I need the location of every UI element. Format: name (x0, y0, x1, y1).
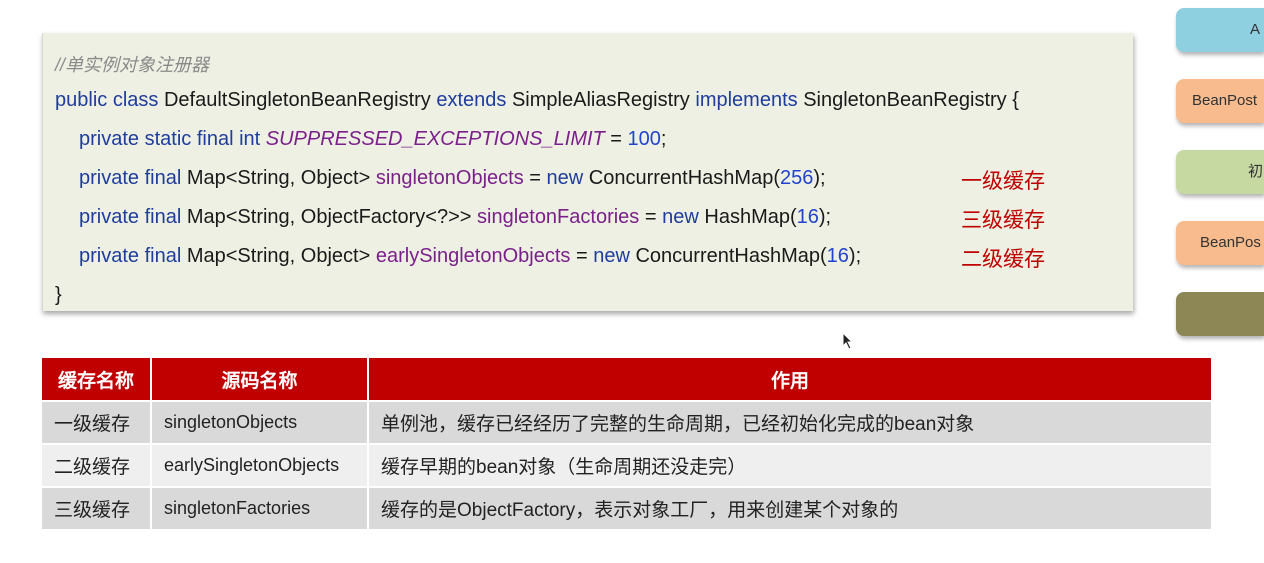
number: 100 (627, 128, 661, 150)
header-purpose: 作用 (368, 358, 1213, 401)
interface-name: SingletonBeanRegistry (803, 89, 1007, 111)
field-name: singletonObjects (375, 167, 524, 189)
cache-table: 缓存名称 源码名称 作用 一级缓存 singletonObjects 单例池，缓存已… (42, 358, 1213, 529)
keyword: new (593, 245, 630, 267)
field-name: earlySingletonObjects (375, 245, 571, 267)
code-line: private final Map<String, ObjectFactory<… (79, 206, 831, 229)
cell-source-name: earlySingletonObjects (151, 443, 369, 487)
constructor: ConcurrentHashMap( (635, 245, 827, 267)
code-snippet: //单实例对象注册器 public class DefaultSingleton… (42, 33, 1133, 311)
code-line: private static final int SUPPRESSED_EXCE… (79, 128, 666, 151)
cell-cache-name: 二级缓存 (42, 443, 152, 487)
operator: = (523, 167, 547, 189)
cell-purpose: 缓存早期的bean对象（生命周期还没走完） (368, 443, 1213, 487)
punct: ); (848, 245, 862, 267)
code-comment: //单实例对象注册器 (55, 55, 210, 75)
cell-source-name: singletonFactories (151, 486, 369, 529)
cache-note-level1: 一级缓存 (961, 170, 1045, 193)
parent-class: SimpleAliasRegistry (511, 89, 690, 111)
cache-note-level3: 三级缓存 (961, 209, 1045, 232)
flow-box-1: A (1176, 8, 1264, 52)
type: Map<String, Object> (186, 245, 371, 267)
number: 16 (826, 245, 849, 267)
header-source-name: 源码名称 (151, 358, 369, 401)
number: 256 (779, 167, 814, 189)
type: Map<String, ObjectFactory<?>> (186, 206, 472, 228)
brace: { (1012, 89, 1019, 111)
header-cache-name: 缓存名称 (42, 358, 152, 401)
cell-purpose: 缓存的是ObjectFactory，表示对象工厂，用来创建某个对象的 (368, 486, 1213, 529)
class-declaration: public class DefaultSingletonBeanRegistr… (55, 89, 1019, 112)
number: 16 (796, 206, 819, 228)
code-line: private final Map<String, Object> earlyS… (79, 245, 861, 268)
flow-box-3: 初 (1176, 150, 1264, 194)
operator: = (570, 245, 594, 267)
cell-cache-name: 三级缓存 (42, 486, 152, 529)
flow-box-5 (1176, 292, 1264, 336)
keyword: public class (55, 89, 159, 111)
keyword: extends (436, 89, 507, 111)
flow-box-4: BeanPos (1176, 221, 1264, 265)
operator: = (604, 128, 628, 150)
class-name: DefaultSingletonBeanRegistry (163, 89, 431, 111)
code-line: private final Map<String, Object> single… (79, 167, 826, 190)
keyword: private final (79, 206, 182, 228)
cell-cache-name: 一级缓存 (42, 400, 152, 444)
closing-brace: } (55, 284, 62, 306)
field-name: singletonFactories (477, 206, 640, 228)
table-row: 二级缓存 earlySingletonObjects 缓存早期的bean对象（生命周… (42, 443, 1213, 487)
cache-note-level2: 二级缓存 (961, 248, 1045, 271)
cell-source-name: singletonObjects (151, 400, 369, 444)
constructor: HashMap( (704, 206, 797, 228)
keyword: new (662, 206, 699, 228)
punct: ); (818, 206, 832, 228)
mouse-cursor-icon (842, 332, 854, 350)
keyword: private final (79, 245, 182, 267)
cell-purpose: 单例池，缓存已经经历了完整的生命周期，已经初始化完成的bean对象 (368, 400, 1213, 444)
type: Map<String, Object> (186, 167, 371, 189)
field-name: SUPPRESSED_EXCEPTIONS_LIMIT (265, 128, 605, 150)
table-row: 一级缓存 singletonObjects 单例池，缓存已经经历了完整的生命周期，已… (42, 400, 1213, 444)
keyword: private static final int (79, 128, 261, 150)
operator: = (639, 206, 663, 228)
table-row: 三级缓存 singletonFactories 缓存的是ObjectFactory，… (42, 486, 1213, 529)
punct: ; (660, 128, 667, 150)
keyword: private final (79, 167, 182, 189)
constructor: ConcurrentHashMap( (588, 167, 780, 189)
keyword: implements (695, 89, 798, 111)
punct: ); (813, 167, 826, 189)
flow-box-2: BeanPost (1176, 79, 1264, 123)
keyword: new (546, 167, 584, 189)
